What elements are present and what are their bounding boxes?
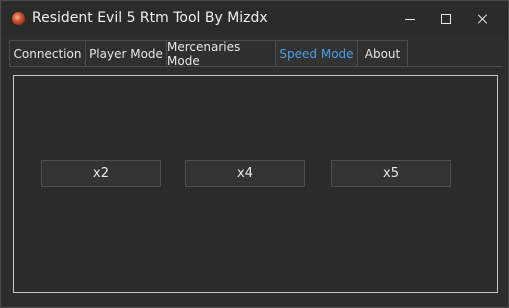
- window-title: Resident Evil 5 Rtm Tool By Mizdx: [32, 10, 268, 26]
- title-bar[interactable]: Resident Evil 5 Rtm Tool By Mizdx: [1, 1, 508, 37]
- tab-about[interactable]: About: [357, 40, 408, 66]
- speed-x2-button[interactable]: x2: [41, 160, 161, 187]
- main-window: Resident Evil 5 Rtm Tool By Mizdx Connec…: [0, 0, 509, 308]
- tab-connection[interactable]: Connection: [9, 40, 86, 66]
- speed-x5-button[interactable]: x5: [331, 160, 451, 187]
- app-logo-icon: [12, 12, 25, 25]
- close-button[interactable]: [465, 1, 501, 37]
- maximize-button[interactable]: [428, 1, 464, 37]
- tab-strip: Connection Player Mode Mercenaries Mode …: [9, 40, 408, 68]
- speed-x4-button[interactable]: x4: [185, 160, 305, 187]
- minimize-button[interactable]: [392, 1, 428, 37]
- tab-player-mode[interactable]: Player Mode: [85, 40, 167, 66]
- tab-mercenaries-mode[interactable]: Mercenaries Mode: [166, 40, 276, 68]
- maximize-icon: [441, 14, 451, 24]
- minimize-icon: [405, 18, 415, 20]
- tab-divider: [9, 66, 503, 67]
- tab-speed-mode[interactable]: Speed Mode: [275, 40, 358, 66]
- close-icon: [478, 14, 488, 24]
- speed-mode-panel: x2 x4 x5: [13, 75, 498, 293]
